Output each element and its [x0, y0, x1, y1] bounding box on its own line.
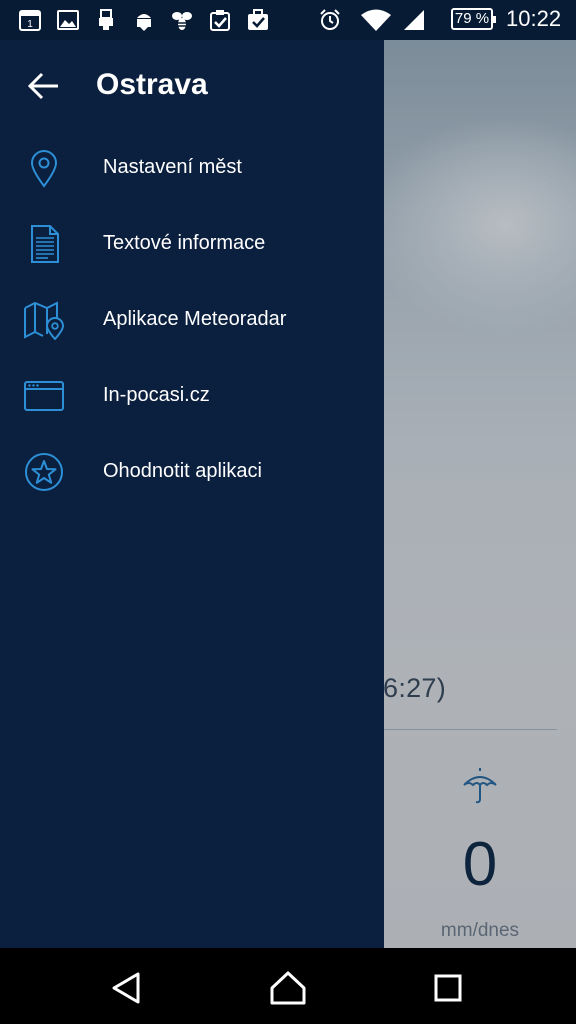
document-icon: [22, 224, 66, 264]
clipboard-check-icon: [210, 10, 230, 31]
status-bar: 1 79 % 10:22: [0, 0, 576, 40]
arrow-left-icon: [28, 72, 58, 100]
back-button[interactable]: [22, 64, 66, 108]
menu-item-label: In-pocasi.cz: [103, 384, 210, 406]
battery-icon: 79 %: [451, 8, 496, 30]
bee-icon: [172, 12, 192, 30]
menu-item-label: Textové informace: [103, 232, 266, 254]
menu-item-label: Ohodnotit aplikaci: [103, 460, 262, 482]
calendar-day: 1: [27, 19, 33, 30]
menu-item-label: Aplikace Meteoradar: [103, 308, 287, 330]
briefcase-check-icon: [248, 9, 268, 30]
location-pin-icon: [22, 148, 66, 188]
system-nav-bar: [0, 948, 576, 1024]
browser-window-icon: [22, 376, 66, 416]
image-icon: [57, 10, 79, 30]
wifi-icon: [361, 9, 391, 31]
menu-item-meteoradar[interactable]: Aplikace Meteoradar: [0, 282, 384, 358]
signal-icon: [404, 10, 424, 30]
navigation-drawer: Ostrava Nastavení měst Textové informace: [0, 40, 384, 948]
usb-icon: [99, 9, 113, 30]
recents-square-icon[interactable]: [428, 968, 468, 1008]
menu-item-text-info[interactable]: Textové informace: [0, 206, 384, 282]
map-pin-icon: [22, 300, 66, 340]
home-icon[interactable]: [268, 968, 308, 1008]
drawer-header: Ostrava: [0, 40, 384, 132]
star-circle-icon: [22, 452, 66, 492]
menu-item-city-settings[interactable]: Nastavení měst: [0, 130, 384, 206]
drawer-title: Ostrava: [96, 68, 208, 101]
back-triangle-icon[interactable]: [108, 968, 148, 1008]
menu-item-in-pocasi[interactable]: In-pocasi.cz: [0, 358, 384, 434]
menu-item-rate-app[interactable]: Ohodnotit aplikaci: [0, 434, 384, 510]
calendar-icon: 1: [19, 10, 41, 31]
alarm-icon: [320, 9, 340, 30]
status-time: 10:22: [506, 6, 562, 31]
menu-item-label: Nastavení měst: [103, 156, 242, 178]
android-debug-icon: [137, 14, 151, 31]
